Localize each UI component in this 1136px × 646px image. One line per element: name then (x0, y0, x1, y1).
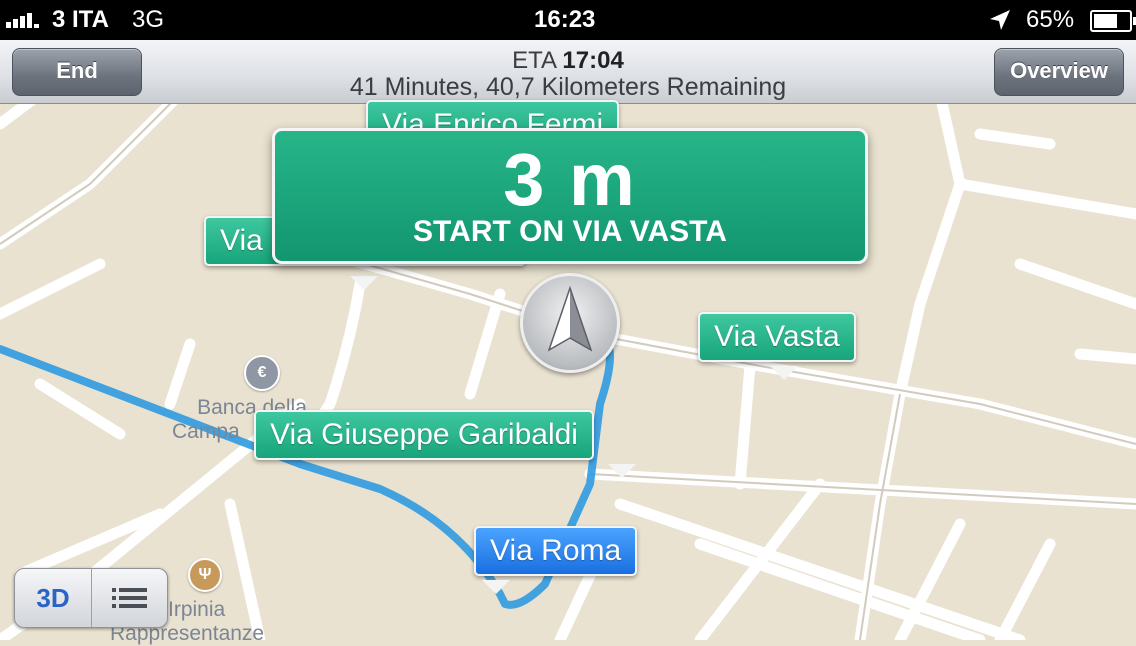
street-label-garibaldi[interactable]: Via Giuseppe Garibaldi (254, 410, 594, 460)
compass-arrow-icon (547, 285, 593, 352)
restaurant-icon[interactable]: Ψ (188, 558, 222, 592)
overview-button[interactable]: Overview (994, 48, 1124, 96)
street-label-via-text: Via (220, 224, 263, 257)
street-label-vasta-pointer (770, 366, 798, 380)
current-location-compass[interactable] (520, 273, 620, 373)
bank-icon[interactable]: € (244, 355, 280, 391)
map-controls: 3D (14, 568, 168, 628)
location-arrow-icon (990, 10, 1010, 30)
3d-button[interactable]: 3D (15, 569, 92, 627)
3d-button-label: 3D (36, 583, 70, 613)
street-label-roma[interactable]: Via Roma (474, 526, 638, 576)
maneuver-distance: 3 m (503, 138, 637, 221)
eta-label: ETA (512, 47, 556, 74)
battery-icon (1090, 10, 1136, 32)
eta-time: 17:04 (562, 47, 624, 74)
eta-line: ETA 17:04 (320, 48, 816, 74)
carrier-label: 3 ITA (52, 6, 109, 33)
maneuver-instruction: START ON VIA VASTA (413, 215, 727, 248)
navigation-bar: End ETA 17:04 41 Minutes, 40,7 Kilometer… (0, 40, 1136, 104)
street-label-roma-pointer (482, 580, 510, 594)
street-label-vasta[interactable]: Via Vasta (698, 312, 856, 362)
network-label: 3G (132, 6, 165, 33)
battery-percentage: 65% (1026, 6, 1075, 33)
maneuver-sign[interactable]: 3 m START ON VIA VASTA (272, 128, 868, 264)
street-label-via-pointer (350, 276, 378, 290)
remaining-text: 41 Minutes, 40,7 Kilometers Remaining (349, 73, 787, 101)
status-bar: 3 ITA 3G 16:23 65% (0, 0, 1136, 40)
list-icon (112, 588, 147, 608)
clock: 16:23 (534, 6, 596, 33)
end-button[interactable]: End (12, 48, 142, 96)
street-label-garibaldi-pointer (608, 464, 636, 478)
signal-icon (6, 0, 46, 40)
list-button[interactable] (92, 569, 167, 627)
